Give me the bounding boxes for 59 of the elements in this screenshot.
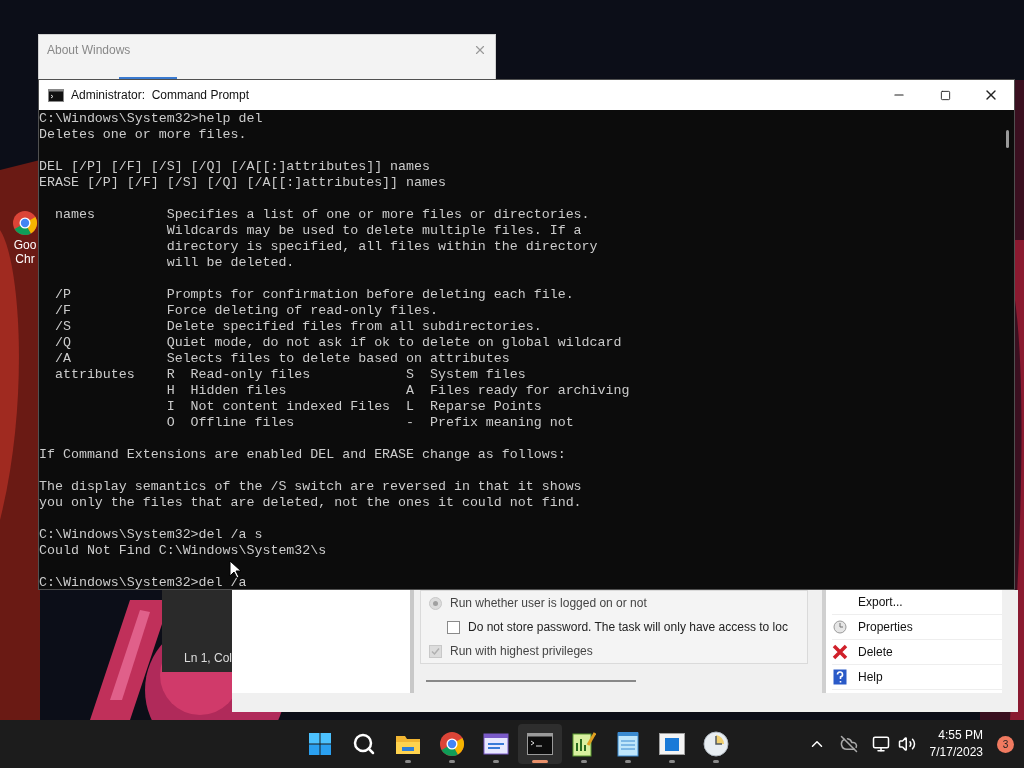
console-line: Deletes one or more files. [39,127,247,143]
console-line: C:\Windows\System32>del /a s [39,527,263,543]
search-icon [352,732,376,756]
console-line: /F Force deleting of read-only files. [53,303,438,319]
desktop-icon[interactable]: Goo Chr [12,208,38,266]
maximize-icon [939,89,951,101]
console-line: /Q Quiet mode, do not ask if ok to delete on global wildcard [53,335,622,351]
action-item[interactable]: Help [832,665,1002,690]
console-line: will be deleted. [165,255,295,271]
network-icon[interactable] [871,735,890,753]
console-line: O Offline files - Prefix meaning not [165,415,574,431]
action-item[interactable]: Delete [832,640,1002,665]
console-line: names Specifies a list of one or more files or directories. [53,207,590,223]
mouse-pointer-icon [229,560,241,579]
terminal-icon [527,733,553,755]
terminal-icon [48,88,64,102]
console-line: I Not content indexed Files L Reparse Points [165,399,542,415]
notepad-icon [617,731,639,757]
delete-icon [832,644,848,660]
console-line: H Hidden files A Files ready for archiving [165,383,630,399]
desktop-icon-label: Goo [13,238,37,252]
console-line: attributes R Read-only files S System files [53,367,526,383]
chart-editor-icon [572,731,596,757]
browser-icon [439,731,465,757]
app-window-icon [659,733,685,755]
status-text: Ln 1, Col [183,650,232,667]
console-line: /P Prompts for confirmation before deleting each file. [53,287,574,303]
window-title: About Windows [47,42,131,59]
console-line: directory is specified, all files within the directory [165,239,598,255]
console-line: Could Not Find C:\Windows\System32\s [39,543,327,559]
console-line: /A Selects files to delete based on attributes [53,351,510,367]
clock-icon [703,731,729,757]
console-line: C:\Windows\System32>help del [39,111,263,127]
windows-logo-icon [308,732,332,756]
console-line: you only the files that are deleted, not the ones it could not find. [39,495,582,511]
window-title: Administrator: Command Prompt [71,87,250,104]
console-line: C:\Windows\System32>del /a [39,575,247,591]
console-line: The display semantics of the /S switch are reversed in that it shows [39,479,582,495]
option-label: Do not store password. The task will only have access to loc [468,619,788,636]
browser-icon [12,208,38,238]
checkbox[interactable] [447,620,460,634]
console-line: /S Delete specified files from all subdirectories. [53,319,542,335]
desktop-icon-label: Chr [15,252,35,266]
console-line: ERASE [/P] [/F] [/S] [/Q] [/A[[:]attributes]] names [39,175,446,191]
notification-badge[interactable]: 3 [997,735,1014,753]
option-label: Run whether user is logged on or not [450,595,647,612]
close-icon[interactable] [473,43,487,57]
console-line: Wildcards may be used to delete multiple files. If a [165,223,582,239]
cloud-off-icon[interactable] [839,735,858,753]
app-window-icon [483,732,509,756]
help-icon [833,669,847,685]
volume-icon[interactable] [897,735,916,753]
console-line: If Command Extensions are enabled DEL and ERASE change as follows: [39,447,566,463]
taskbar-button[interactable] [518,724,562,764]
console-line: DEL [/P] [/F] [/S] [/Q] [/A[[:]attributes]] names [39,159,430,175]
option-label: Run with highest privileges [450,643,593,660]
clock[interactable]: 4:55 PM 7/17/2023 [929,727,983,761]
action-item[interactable]: Properties [832,615,1002,640]
clock-icon [833,620,847,634]
